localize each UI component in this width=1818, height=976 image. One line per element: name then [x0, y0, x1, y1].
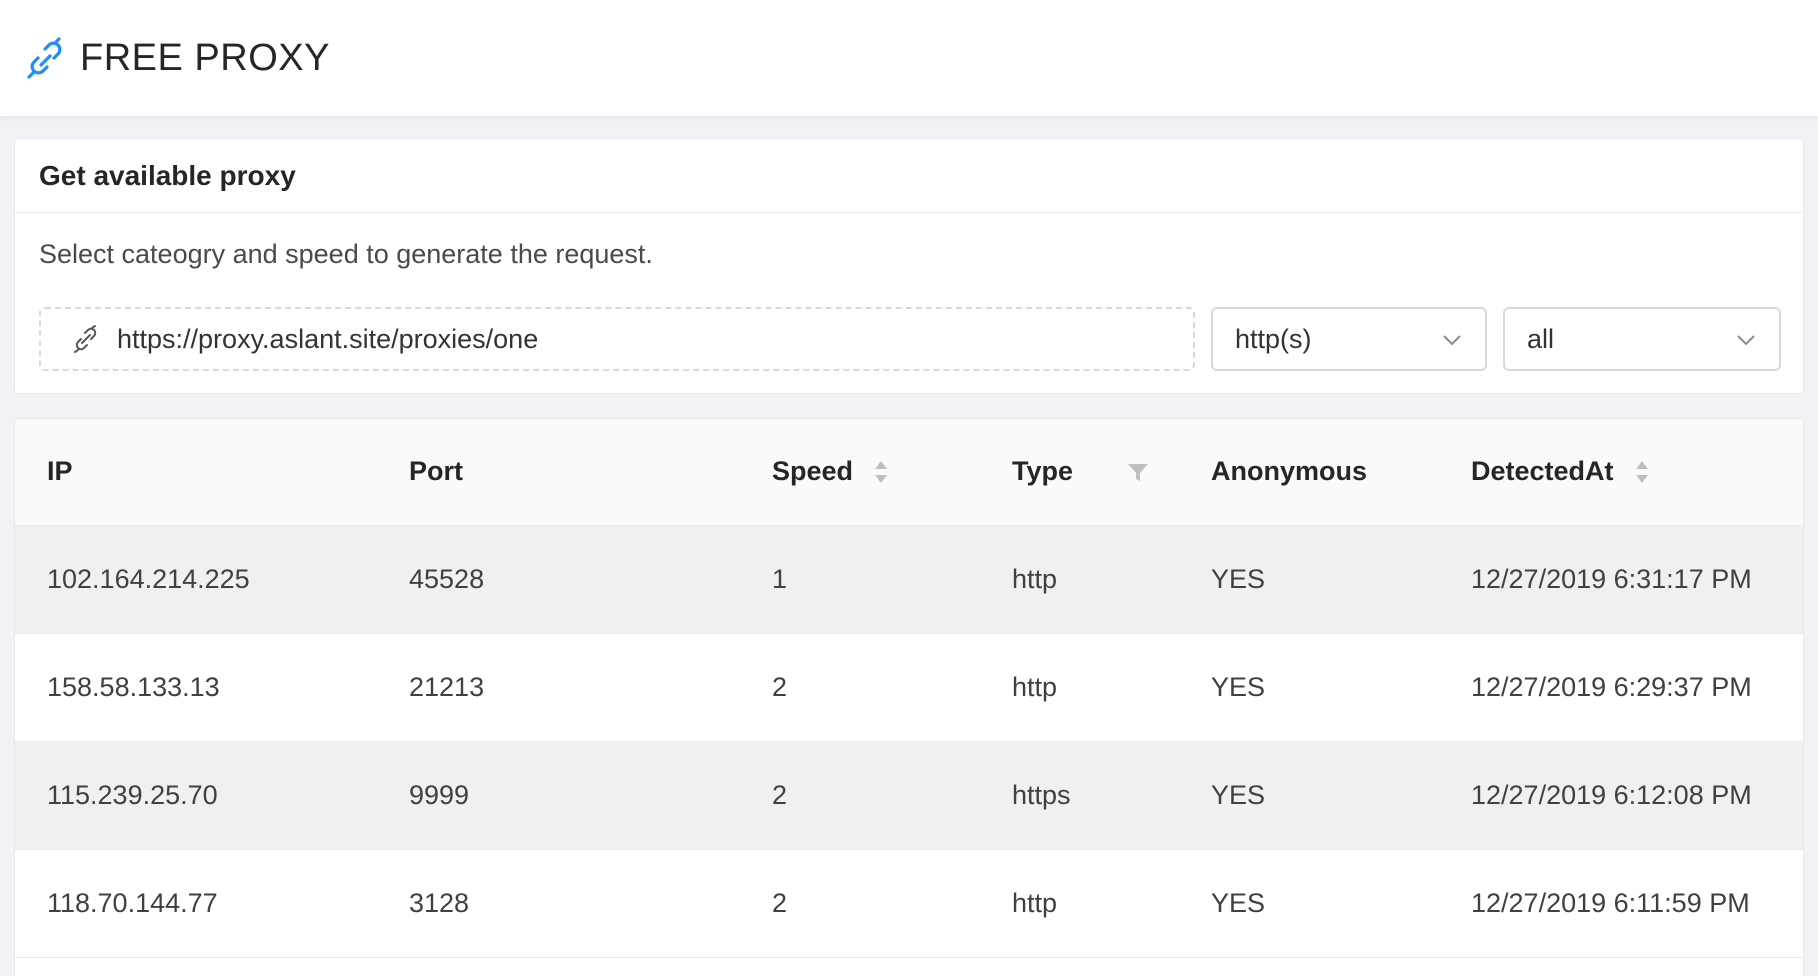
card-title: Get available proxy — [15, 139, 1803, 213]
cell-anonymous: YES — [1179, 633, 1439, 742]
cell-anonymous: YES — [1179, 525, 1439, 634]
column-header-detectedat[interactable]: DetectedAt — [1439, 419, 1803, 526]
cell-ip: 158.58.133.13 — [15, 633, 377, 742]
cell-speed: 2 — [740, 849, 980, 958]
proxy-table: IP Port Speed Type Anonymous DetectedAt … — [14, 418, 1804, 976]
link-icon — [74, 325, 97, 353]
column-header-type: Type — [980, 419, 1179, 526]
table-header-row: IP Port Speed Type Anonymous DetectedAt — [15, 419, 1803, 526]
cell-detected-at: 12/27/2019 6:12:08 PM — [1439, 741, 1803, 850]
column-header-port: Port — [377, 419, 740, 526]
cell-detected-at: 12/27/2019 6:31:17 PM — [1439, 525, 1803, 634]
sort-icon[interactable] — [873, 459, 889, 485]
table-row[interactable]: 118.70.144.77 3128 2 http YES 12/27/2019… — [15, 849, 1803, 958]
sort-icon[interactable] — [1634, 459, 1650, 485]
column-header-ip: IP — [15, 419, 377, 526]
table-row[interactable]: 102.164.214.225 45528 1 http YES 12/27/2… — [15, 525, 1803, 634]
cell-port: 9999 — [377, 741, 740, 850]
cell-port: 45528 — [377, 525, 740, 634]
request-url-field[interactable]: https://proxy.aslant.site/proxies/one — [39, 307, 1195, 371]
speed-select[interactable]: all — [1503, 307, 1781, 371]
chevron-down-icon — [1443, 335, 1461, 346]
card-description: Select cateogry and speed to generate th… — [39, 239, 653, 269]
cell-ip: 118.70.144.77 — [15, 849, 377, 958]
cell-type: http — [980, 525, 1179, 634]
speed-select-value: all — [1527, 323, 1555, 354]
cell-anonymous: YES — [1179, 849, 1439, 958]
link-icon[interactable] — [24, 36, 68, 80]
cell-type: http — [980, 633, 1179, 742]
get-proxy-card: Get available proxy Select cateogry and … — [14, 138, 1804, 394]
request-url-text: https://proxy.aslant.site/proxies/one — [117, 323, 539, 354]
column-header-speed[interactable]: Speed — [740, 419, 980, 526]
filter-icon[interactable] — [1127, 461, 1149, 483]
cell-anonymous: YES — [1179, 741, 1439, 850]
cell-detected-at: 12/27/2019 6:11:59 PM — [1439, 849, 1803, 958]
column-header-anonymous: Anonymous — [1179, 419, 1439, 526]
table-row[interactable]: 158.58.133.13 21213 2 http YES 12/27/201… — [15, 633, 1803, 742]
app-header: FREE PROXY — [0, 0, 1818, 116]
cell-type: https — [980, 741, 1179, 850]
table-row[interactable]: 115.239.25.70 9999 2 https YES 12/27/201… — [15, 741, 1803, 850]
cell-ip: 102.164.214.225 — [15, 525, 377, 634]
cell-ip: 115.239.25.70 — [15, 741, 377, 850]
cell-port: 21213 — [377, 633, 740, 742]
brand-title[interactable]: FREE PROXY — [80, 37, 330, 80]
cell-speed: 2 — [740, 633, 980, 742]
category-select-value: http(s) — [1235, 323, 1312, 354]
category-select[interactable]: http(s) — [1211, 307, 1487, 371]
cell-detected-at: 12/27/2019 6:29:37 PM — [1439, 633, 1803, 742]
cell-speed: 1 — [740, 525, 980, 634]
cell-port: 3128 — [377, 849, 740, 958]
chevron-down-icon — [1737, 335, 1755, 346]
cell-speed: 2 — [740, 741, 980, 850]
cell-type: http — [980, 849, 1179, 958]
